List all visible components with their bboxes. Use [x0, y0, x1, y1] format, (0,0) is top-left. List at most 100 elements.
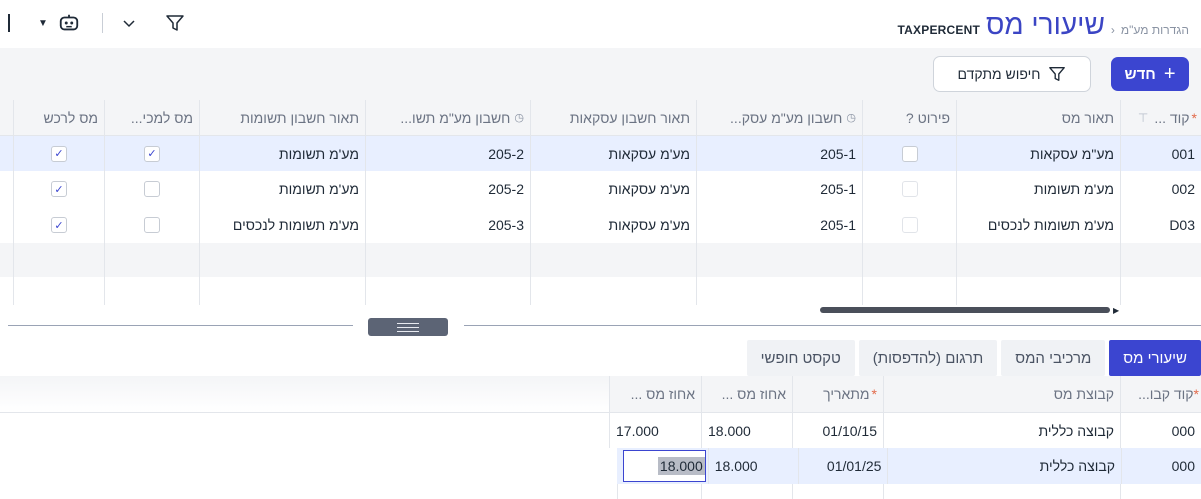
filter-icon[interactable] — [165, 13, 185, 33]
scrollbar-thumb[interactable] — [820, 307, 1110, 313]
cell-tax-sale — [104, 207, 199, 243]
page-title: שיעורי מס — [986, 9, 1105, 40]
cell-from-date[interactable]: 01/01/25 — [797, 448, 888, 484]
new-button-label: חדש — [1124, 65, 1156, 83]
cell-account-deals[interactable]: 205-1 — [696, 171, 862, 207]
horizontal-scrollbar[interactable]: ▶ — [0, 305, 1121, 315]
detail-checkbox[interactable] — [901, 145, 918, 162]
col-header-tax-buy[interactable]: מס לרכש — [13, 100, 104, 135]
table-row[interactable]: 002 מע'מ תשומות 205-1 מע'מ עסקאות 205-2 … — [0, 171, 1201, 207]
cell-account-inputs-desc[interactable]: מע'מ תשומות — [199, 136, 365, 171]
filter-icon — [1049, 67, 1066, 81]
grid-empty-area — [0, 376, 609, 412]
clock-icon: ◷ — [514, 112, 524, 124]
table-row[interactable]: 000 קבוצה כללית 01/01/25 18.000 18.000 — [617, 448, 1201, 484]
new-button[interactable]: + חדש — [1111, 57, 1189, 91]
col-header-account-inputs[interactable]: ◷ חשבון מע"מ תשו... — [365, 100, 530, 135]
scroll-right-icon[interactable]: ▶ — [1113, 306, 1119, 315]
toolbar: ▼ — [0, 8, 185, 38]
col-header-tax-sale[interactable]: מס למכי... — [104, 100, 199, 135]
page-code: TAXPERCENT — [897, 23, 980, 37]
cell-from-date[interactable]: 01/10/15 — [792, 413, 883, 448]
col-header-pct1[interactable]: אחוז מס ... — [701, 376, 792, 412]
cell-pct2[interactable]: 17.000 — [609, 413, 701, 448]
empty-row — [617, 484, 1201, 499]
cell-tax-group[interactable]: קבוצה כללית — [887, 448, 1121, 484]
tax-sale-checkbox[interactable]: ✓ — [144, 145, 160, 162]
col-header-account-inputs-desc[interactable]: תאור חשבון תשומות — [199, 100, 365, 135]
col-header-code[interactable]: * קוד ... ⊤ — [1120, 100, 1201, 135]
cell-detail — [862, 207, 956, 243]
grid-edge — [0, 171, 13, 207]
tax-sale-checkbox[interactable] — [144, 217, 160, 233]
detail-tabs: שיעורי מס מרכיבי המס תרגום (להדפסות) טקס… — [746, 340, 1201, 376]
col-header-detail[interactable]: פירוט ? — [862, 100, 956, 135]
table-row[interactable]: D03 מע'מ תשומות לנכסים 205-1 מע'מ עסקאות… — [0, 207, 1201, 243]
cell-account-deals[interactable]: 205-1 — [696, 136, 862, 171]
cell-account-deals-desc[interactable]: מע'מ עסקאות — [530, 171, 696, 207]
chevron-down-icon[interactable] — [121, 15, 137, 31]
detail-checkbox[interactable] — [901, 217, 918, 233]
tab-tax-rates[interactable]: שיעורי מס — [1109, 340, 1201, 376]
cell-detail — [862, 136, 956, 171]
table-row[interactable]: 000 קבוצה כללית 01/10/15 18.000 17.000 — [0, 413, 1201, 448]
cell-group-code[interactable]: 000 — [1121, 448, 1201, 484]
toolbar-divider — [101, 13, 103, 33]
tax-rates-grid: * קוד קבו... קבוצת מס * מתאריך אחוז מס ...… — [0, 376, 1201, 499]
tab-free-text[interactable]: טקסט חופשי — [746, 340, 855, 376]
cell-tax-group[interactable]: קבוצה כללית — [883, 413, 1120, 448]
cell-group-code[interactable]: 000 — [1120, 413, 1201, 448]
col-header-group-code[interactable]: * קוד קבו... — [1120, 376, 1201, 412]
pct2-edit-field[interactable]: 18.000 — [622, 450, 706, 482]
cell-code[interactable]: D03 — [1120, 207, 1201, 243]
cell-account-inputs[interactable]: 205-2 — [365, 171, 530, 207]
action-bar: + חדש חיפוש מתקדם — [0, 48, 1201, 100]
tax-buy-checkbox[interactable]: ✓ — [51, 181, 67, 197]
table-row[interactable]: 001 מע"מ עסקאות 205-1 מע'מ עסקאות 205-2 … — [0, 136, 1201, 171]
col-header-tax-group[interactable]: קבוצת מס — [883, 376, 1120, 412]
cell-account-deals-desc[interactable]: מע'מ עסקאות — [530, 136, 696, 171]
tax-buy-checkbox[interactable]: ✓ — [51, 145, 67, 162]
pin-icon[interactable]: ⊤ — [1138, 111, 1148, 125]
splitter-handle[interactable] — [368, 318, 448, 336]
advanced-search-button[interactable]: חיפוש מתקדם — [933, 56, 1091, 92]
tab-translation[interactable]: תרגום (להדפסות) — [858, 340, 998, 376]
col-header-pct2[interactable]: אחוז מס ... — [609, 376, 701, 412]
cell-pct1[interactable]: 18.000 — [707, 448, 798, 484]
breadcrumb-parent[interactable]: הגדרות מע"מ — [1121, 23, 1189, 37]
grid-header-row: * קוד ... ⊤ תאור מס פירוט ? ◷ חשבון מע"מ … — [0, 100, 1201, 136]
cell-tax-sale: ✓ — [104, 136, 199, 171]
cell-tax-desc[interactable]: מע'מ תשומות — [956, 171, 1120, 207]
cell-tax-buy: ✓ — [13, 171, 104, 207]
col-header-tax-desc[interactable]: תאור מס — [956, 100, 1120, 135]
col-header-account-deals-desc[interactable]: תאור חשבון עסקאות — [530, 100, 696, 135]
tax-sale-checkbox[interactable] — [144, 181, 160, 197]
advanced-search-label: חיפוש מתקדם — [957, 66, 1041, 82]
page-header: הגדרות מע"מ ‹ שיעורי מס TAXPERCENT ▼ — [0, 0, 1201, 48]
pct2-edit-value[interactable]: 18.000 — [657, 457, 705, 475]
toolbar-edge-marker — [8, 14, 10, 32]
cell-account-inputs[interactable]: 205-3 — [365, 207, 530, 243]
cell-tax-desc[interactable]: מע'מ תשומות לנכסים — [956, 207, 1120, 243]
cell-tax-sale — [104, 171, 199, 207]
empty-row — [0, 243, 1201, 277]
caret-down-icon[interactable]: ▼ — [38, 18, 48, 29]
cell-code[interactable]: 001 — [1120, 136, 1201, 171]
cell-account-inputs-desc[interactable]: מע'מ תשומות לנכסים — [199, 207, 365, 243]
cell-account-inputs-desc[interactable]: מע'מ תשומות — [199, 171, 365, 207]
tax-grid: * קוד ... ⊤ תאור מס פירוט ? ◷ חשבון מע"מ … — [0, 100, 1201, 305]
grid-header-row: * קוד קבו... קבוצת מס * מתאריך אחוז מס ...… — [0, 376, 1201, 413]
cell-tax-desc[interactable]: מע"מ עסקאות — [956, 136, 1120, 171]
tab-tax-components[interactable]: מרכיבי המס — [1001, 340, 1106, 376]
col-header-account-deals[interactable]: ◷ חשבון מע"מ עסק... — [696, 100, 862, 135]
cell-pct1[interactable]: 18.000 — [701, 413, 792, 448]
detail-checkbox[interactable] — [901, 181, 918, 197]
cell-account-deals[interactable]: 205-1 — [696, 207, 862, 243]
cell-account-deals-desc[interactable]: מע'מ עסקאות — [530, 207, 696, 243]
cell-code[interactable]: 002 — [1120, 171, 1201, 207]
breadcrumb: הגדרות מע"מ ‹ שיעורי מס TAXPERCENT — [898, 10, 1189, 40]
robot-icon[interactable] — [58, 12, 80, 34]
col-header-from-date[interactable]: * מתאריך — [792, 376, 883, 412]
cell-account-inputs[interactable]: 205-2 — [365, 136, 530, 171]
tax-buy-checkbox[interactable]: ✓ — [51, 217, 67, 233]
